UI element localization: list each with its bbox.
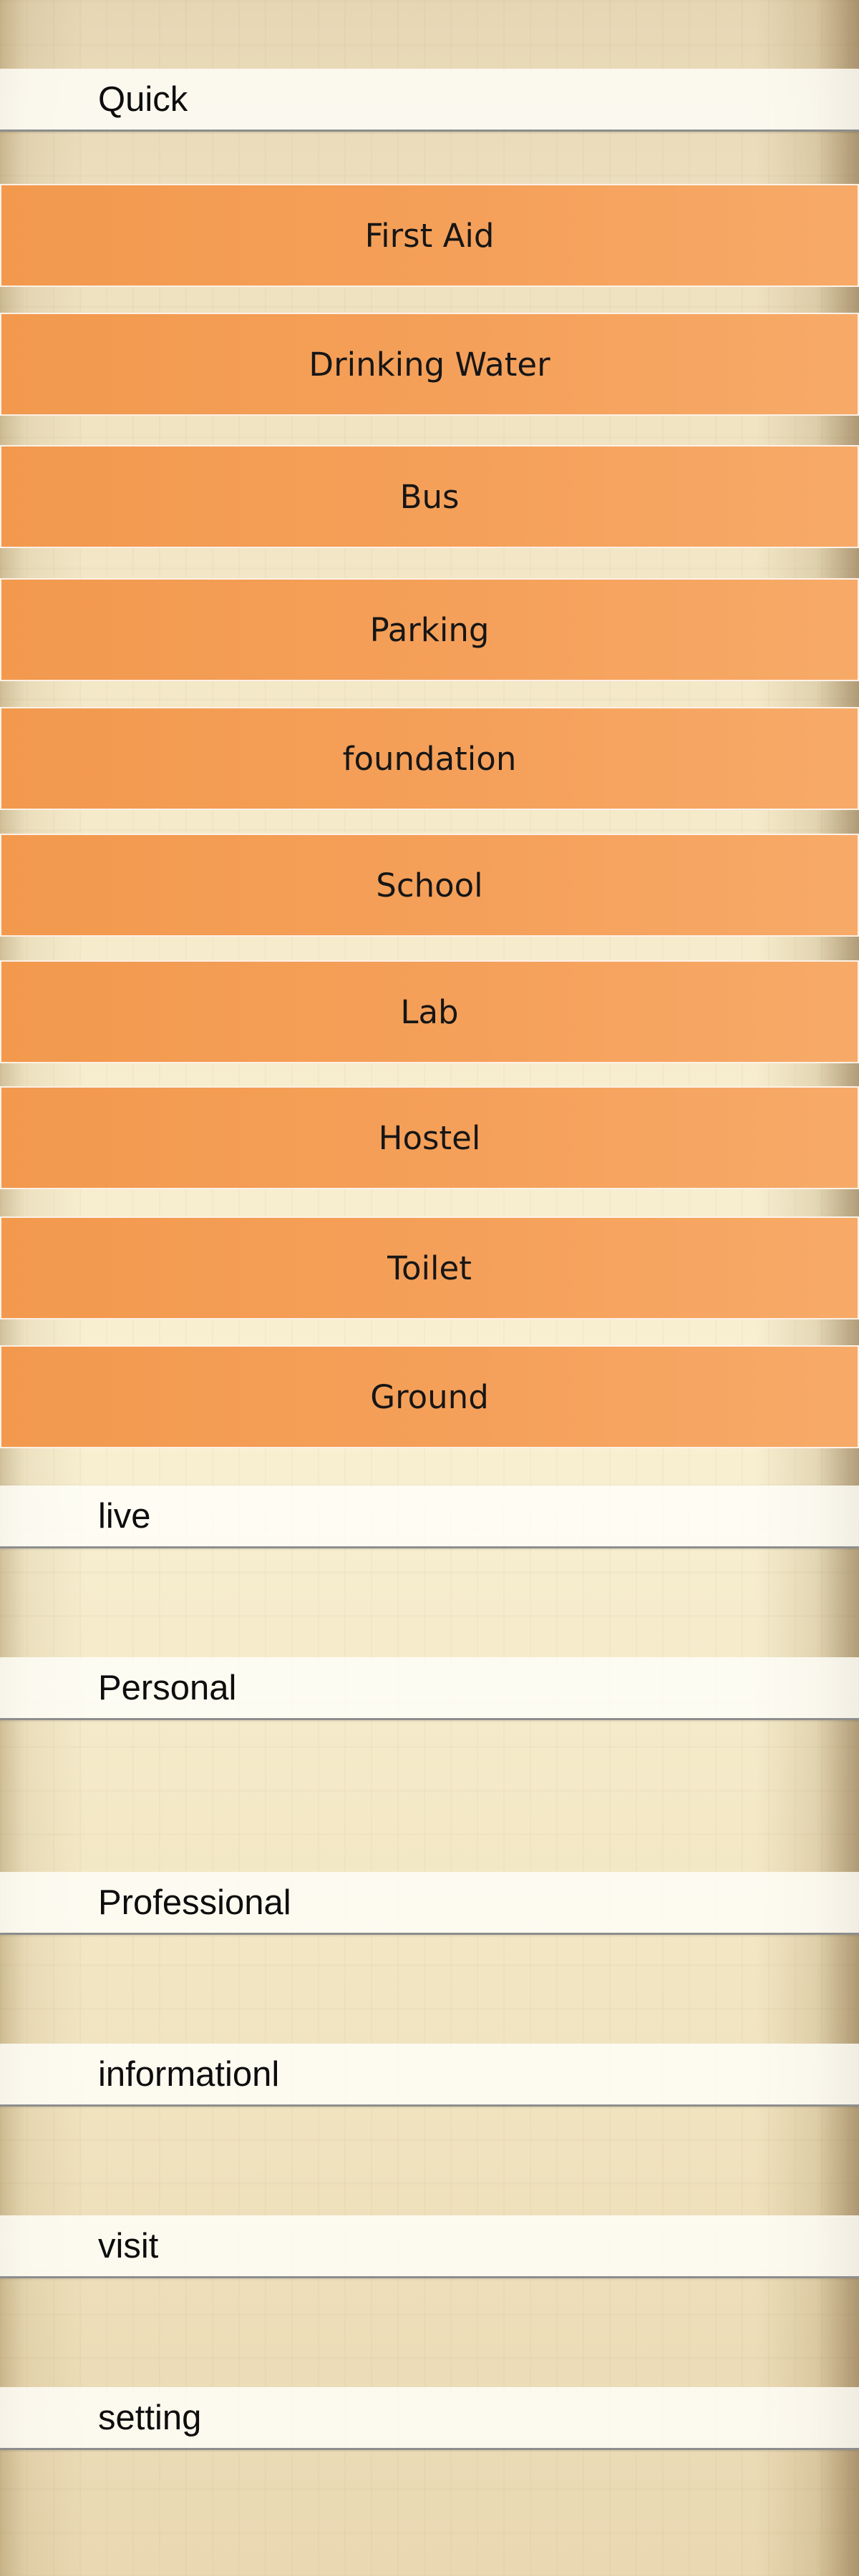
quick-item-hostel[interactable]: Hostel [0,1086,859,1189]
quick-header-label: Quick [98,79,188,119]
quick-item-label: foundation [342,739,517,778]
section-professional[interactable]: Professional [0,1872,859,1935]
quick-item-label: Lab [400,992,459,1031]
quick-item-bus[interactable]: Bus [0,445,859,548]
section-label: informationl [98,2054,280,2094]
quick-item-label: School [376,866,483,904]
quick-item-label: Hostel [378,1118,481,1157]
section-live[interactable]: live [0,1485,859,1548]
quick-item-lab[interactable]: Lab [0,960,859,1063]
quick-item-foundation[interactable]: foundation [0,707,859,810]
section-label: visit [98,2226,159,2265]
quick-item-school[interactable]: School [0,834,859,937]
quick-item-label: Bus [399,477,460,516]
quick-item-label: Drinking Water [309,345,550,384]
quick-item-label: Ground [370,1377,489,1416]
quick-item-label: Toilet [387,1249,472,1287]
quick-item-label: First Aid [364,216,495,255]
quick-header[interactable]: Quick [0,69,859,132]
quick-item-ground[interactable]: Ground [0,1345,859,1448]
quick-item-toilet[interactable]: Toilet [0,1216,859,1319]
section-label: setting [98,2398,202,2437]
quick-item-drinking-water[interactable]: Drinking Water [0,313,859,416]
section-label: Personal [98,1668,237,1707]
section-label: live [98,1496,151,1536]
section-setting[interactable]: setting [0,2387,859,2450]
section-visit[interactable]: visit [0,2215,859,2278]
section-informationl[interactable]: informationl [0,2044,859,2107]
quick-item-label: Parking [369,610,490,649]
section-label: Professional [98,1883,291,1922]
quick-item-parking[interactable]: Parking [0,578,859,681]
quick-item-first-aid[interactable]: First Aid [0,184,859,287]
section-personal[interactable]: Personal [0,1657,859,1720]
